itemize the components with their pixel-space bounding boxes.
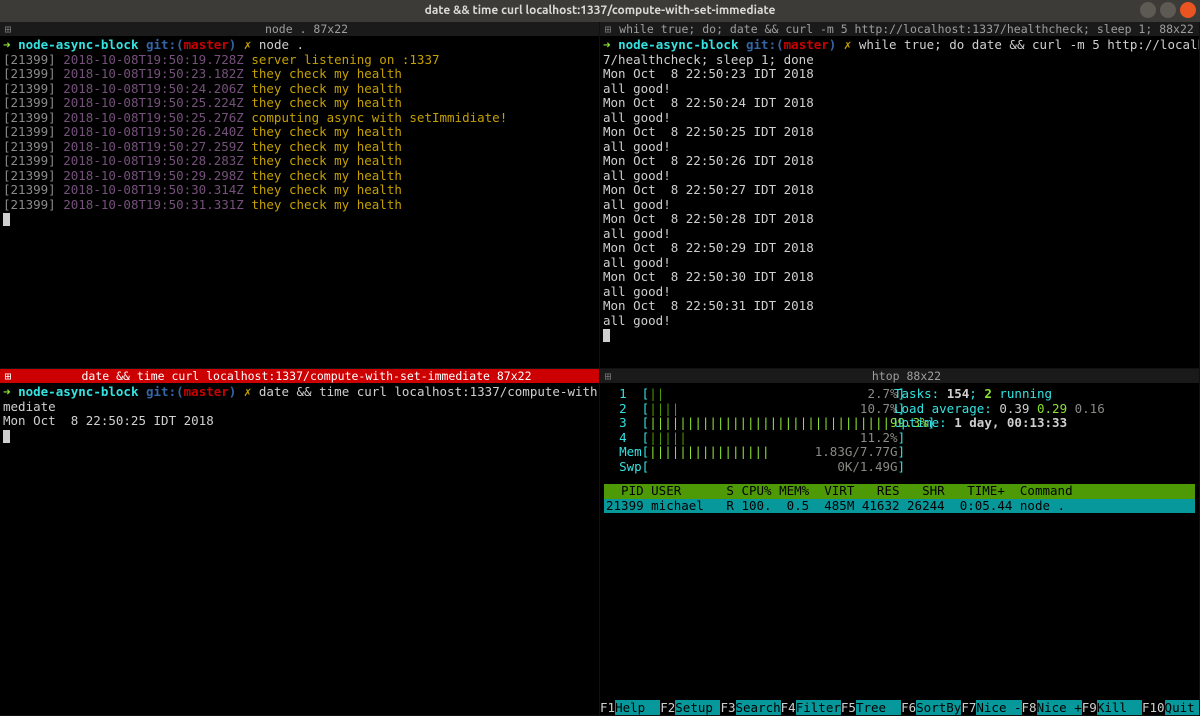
pane-healthcheck-loop[interactable]: ⊞ while true; do; date && curl -m 5 http…	[600, 22, 1200, 369]
pane-curl-compute[interactable]: ⊞ date && time curl localhost:1337/compu…	[0, 369, 600, 716]
pane-title-br: ⊞ htop 88x22	[600, 369, 1199, 384]
terminal-tr[interactable]: ➜ node-async-block git:(master) ✗ while …	[600, 37, 1199, 346]
terminal-window: date && time curl localhost:1337/compute…	[0, 0, 1200, 716]
window-controls	[1140, 2, 1196, 18]
terminal-htop[interactable]: 1 [|| 2.7%] 2 [|||| 10.7%] 3 [||||||||||…	[600, 384, 1199, 516]
window-titlebar: date && time curl localhost:1337/compute…	[0, 0, 1200, 22]
split-icon: ⊞	[600, 369, 614, 383]
pane-title-tl: ⊞ node . 87x22	[0, 22, 599, 37]
htop-process-row[interactable]: 21399 michael R 100. 0.5 485M 41632 2624…	[604, 499, 1195, 514]
pane-title-tr: ⊞ while true; do; date && curl -m 5 http…	[600, 22, 1199, 37]
htop-function-bar[interactable]: F1Help F2Setup F3SearchF4FilterF5Tree F6…	[600, 701, 1199, 716]
terminal-bl[interactable]: ➜ node-async-block git:(master) ✗ date &…	[0, 384, 599, 446]
window-title: date && time curl localhost:1337/compute…	[0, 4, 1200, 19]
tmux-panes: ⊞ node . 87x22 ➜ node-async-block git:(m…	[0, 22, 1200, 716]
split-icon: ⊞	[600, 22, 614, 36]
minimize-icon[interactable]	[1140, 2, 1156, 18]
split-icon: ⊞	[0, 369, 14, 383]
split-icon: ⊞	[0, 22, 14, 36]
pane-htop[interactable]: ⊞ htop 88x22 1 [|| 2.7%] 2 [|||| 10.7%] …	[600, 369, 1200, 716]
close-icon[interactable]	[1180, 2, 1196, 18]
pane-title-bl: ⊞ date && time curl localhost:1337/compu…	[0, 369, 599, 384]
terminal-tl[interactable]: ➜ node-async-block git:(master) ✗ node .…	[0, 37, 599, 230]
pane-node-server[interactable]: ⊞ node . 87x22 ➜ node-async-block git:(m…	[0, 22, 600, 369]
maximize-icon[interactable]	[1160, 2, 1176, 18]
htop-header: PID USER S CPU% MEM% VIRT RES SHR TIME+ …	[604, 484, 1195, 499]
